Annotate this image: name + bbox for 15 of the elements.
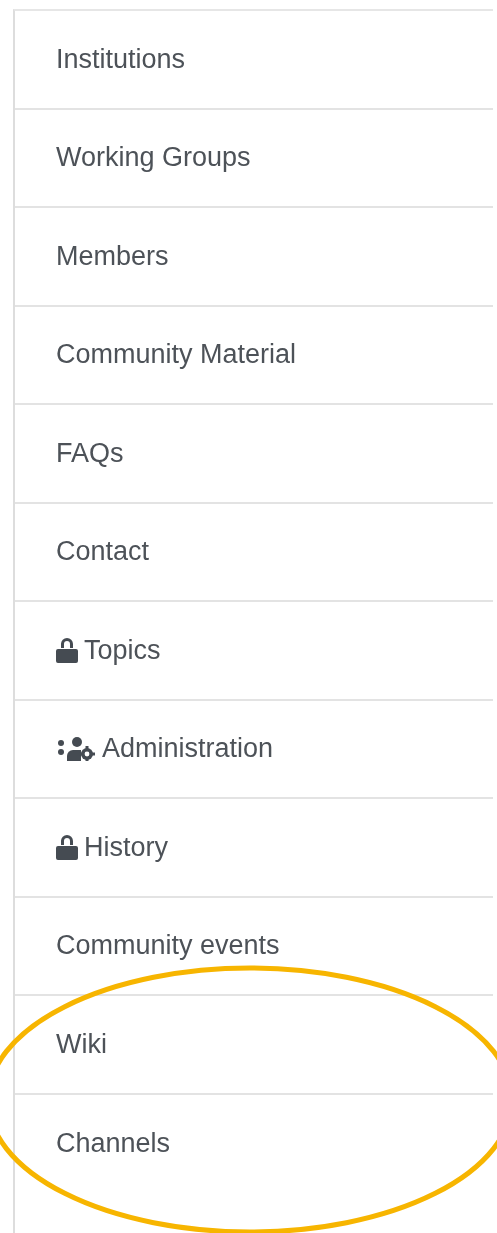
users-gear-icon (56, 736, 96, 761)
menu-link[interactable]: FAQs (56, 437, 124, 469)
menu-link[interactable]: Working Groups (56, 142, 251, 174)
menu-link[interactable]: Contact (56, 536, 150, 568)
menu-link[interactable]: History (84, 831, 168, 863)
menu-link[interactable]: Channels (56, 1128, 171, 1160)
menu-link[interactable]: Institutions (56, 43, 186, 75)
menu-link[interactable]: Wiki (56, 1028, 107, 1060)
lock-icon (56, 637, 78, 664)
menu-link[interactable]: Administration (102, 733, 274, 765)
menu-link[interactable]: Members (56, 240, 169, 272)
menu-link[interactable]: Topics (84, 634, 161, 666)
menu-link[interactable]: Community Material (56, 339, 297, 371)
lock-icon (56, 834, 78, 861)
menu-link[interactable]: Community events (56, 930, 280, 962)
